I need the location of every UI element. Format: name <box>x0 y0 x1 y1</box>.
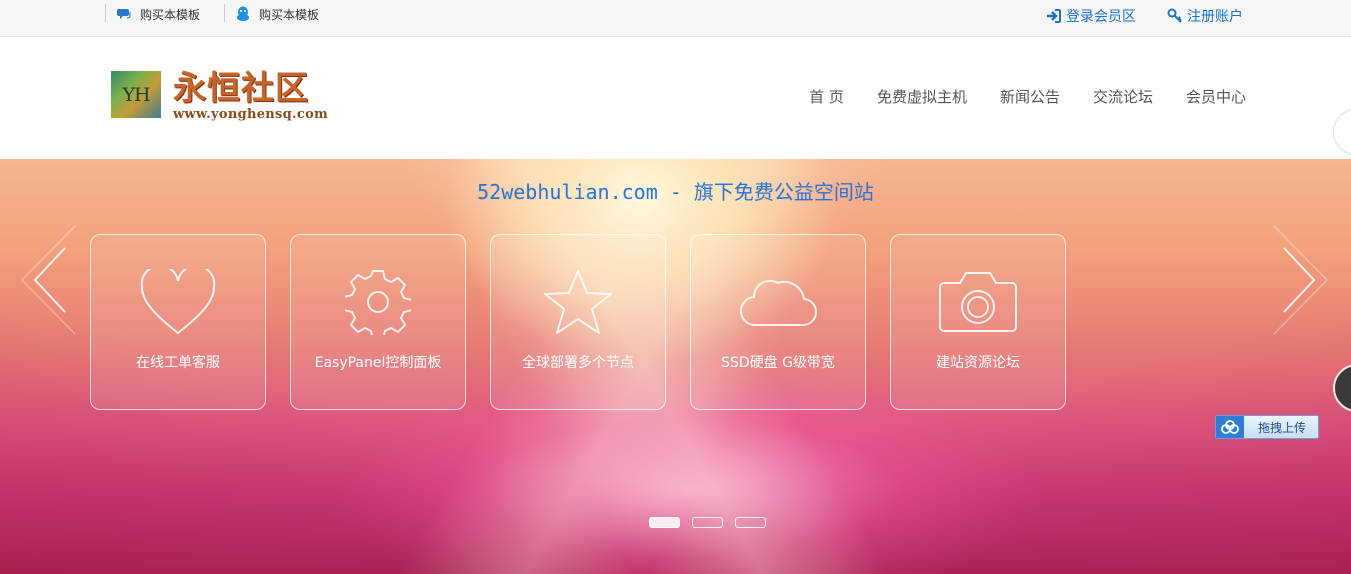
prev-slide-arrow[interactable] <box>18 224 78 340</box>
cloud-icon <box>739 279 817 327</box>
feature-label: SSD硬盘 G级带宽 <box>721 355 835 371</box>
qq-penguin-icon <box>235 6 251 22</box>
nav-item-forum[interactable]: 交流论坛 <box>1093 86 1153 107</box>
feature-label: 建站资源论坛 <box>936 355 1020 371</box>
camera-icon <box>939 272 1017 332</box>
star-icon <box>544 270 612 334</box>
logo-mark: YH <box>111 71 161 118</box>
chevron-left-icon <box>20 225 76 335</box>
drag-upload-button[interactable]: 拖拽上传 <box>1215 415 1319 439</box>
logo-name: 永恒社区 <box>173 68 309 107</box>
hero-banner: 52webhulian.com - 旗下免费公益空间站 在线工单客服 EasyP… <box>0 159 1351 574</box>
slide-indicators <box>649 517 778 528</box>
feature-card-support[interactable]: 在线工单客服 <box>90 234 266 410</box>
slide-dot-3[interactable] <box>735 517 766 528</box>
buy-template-label: 购买本模板 <box>259 7 320 22</box>
divider <box>105 4 106 22</box>
nav-item-news[interactable]: 新闻公告 <box>1000 86 1060 107</box>
banner-title: 52webhulian.com - 旗下免费公益空间站 <box>477 180 874 204</box>
upload-label: 拖拽上传 <box>1257 421 1306 435</box>
feature-card-resources[interactable]: 建站资源论坛 <box>890 234 1066 410</box>
heart-icon <box>140 269 216 335</box>
nav-item-home[interactable]: 首 页 <box>809 86 844 107</box>
logo-url: www.yonghensq.com <box>173 107 329 122</box>
slide-dot-1[interactable] <box>649 517 680 528</box>
feature-label: 全球部署多个节点 <box>522 355 634 371</box>
slide-dot-2[interactable] <box>692 517 723 528</box>
gear-icon <box>345 270 411 335</box>
site-logo[interactable]: YH 永恒社区 www.yonghensq.com <box>111 68 328 129</box>
next-slide-arrow[interactable] <box>1271 224 1331 340</box>
register-account-link[interactable]: 注册账户 <box>1167 6 1243 26</box>
nav-item-member-center[interactable]: 会员中心 <box>1186 86 1246 107</box>
upload-cloud-icon <box>1216 416 1244 438</box>
buy-template-label: 购买本模板 <box>140 7 201 22</box>
feature-card-nodes[interactable]: 全球部署多个节点 <box>490 234 666 410</box>
feature-card-easypanel[interactable]: EasyPanel控制面板 <box>290 234 466 410</box>
buy-template-link-1[interactable]: 购买本模板 <box>116 5 200 23</box>
site-header: YH 永恒社区 www.yonghensq.com 首 页 免费虚拟主机 新闻公… <box>0 37 1351 159</box>
chat-bubble-icon <box>116 6 132 22</box>
login-member-link[interactable]: 登录会员区 <box>1046 6 1136 26</box>
sign-in-icon <box>1046 8 1062 24</box>
buy-template-link-2[interactable]: 购买本模板 <box>235 5 319 23</box>
nav-item-free-hosting[interactable]: 免费虚拟主机 <box>877 86 967 107</box>
register-label: 注册账户 <box>1187 9 1243 25</box>
main-nav: 首 页 免费虚拟主机 新闻公告 交流论坛 会员中心 <box>776 86 1246 107</box>
divider <box>224 4 225 22</box>
chevron-right-icon <box>1273 225 1329 335</box>
feature-label: EasyPanel控制面板 <box>314 355 442 371</box>
side-float-button[interactable] <box>1333 109 1351 155</box>
feature-label: 在线工单客服 <box>136 355 220 371</box>
top-utility-bar: 购买本模板 购买本模板 登录会员区 注册账户 <box>0 0 1351 37</box>
login-label: 登录会员区 <box>1066 9 1136 25</box>
feature-card-ssd[interactable]: SSD硬盘 G级带宽 <box>690 234 866 410</box>
key-icon <box>1167 8 1183 24</box>
